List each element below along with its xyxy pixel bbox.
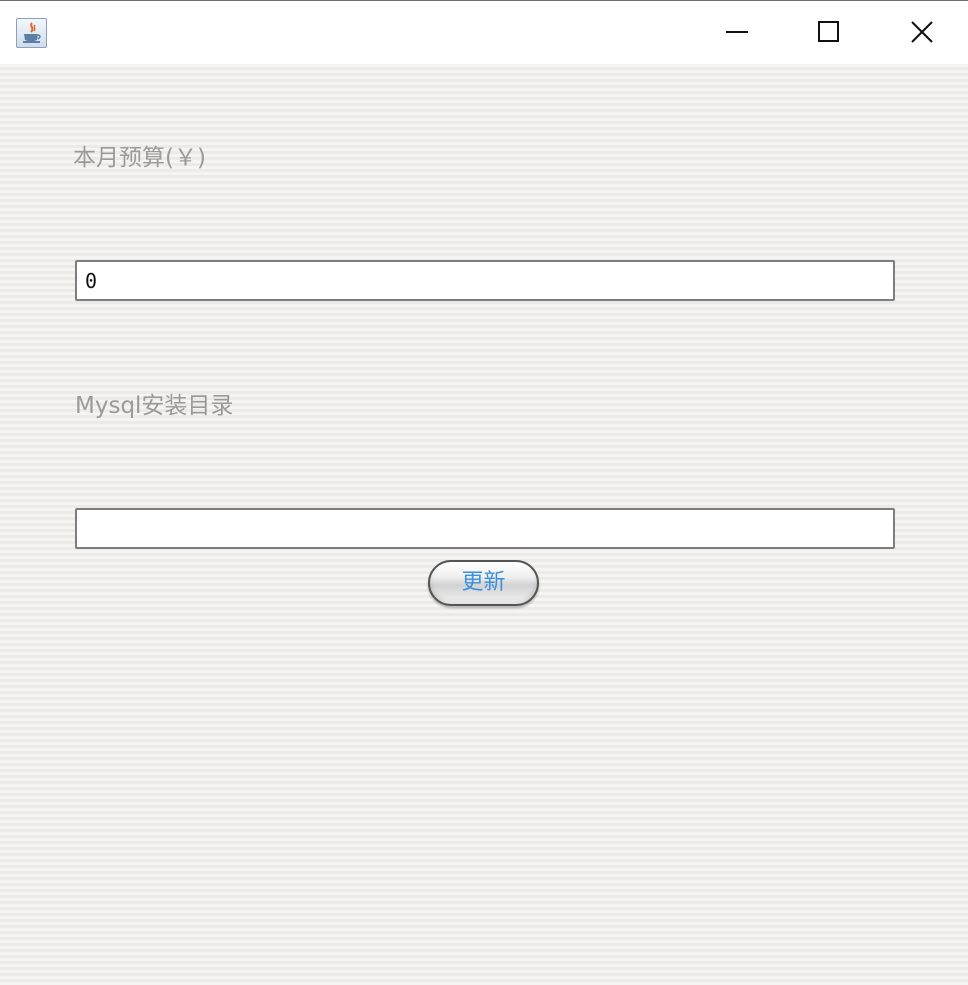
close-button[interactable] <box>876 1 968 63</box>
budget-input[interactable] <box>75 260 895 301</box>
maximize-button[interactable] <box>783 1 875 63</box>
mysql-dir-label: Mysql安装目录 <box>75 393 234 419</box>
app-window: 本月预算(￥) Mysql安装目录 更新 <box>0 0 968 985</box>
java-app-icon[interactable] <box>16 18 47 48</box>
minimize-icon <box>726 31 748 33</box>
mysql-dir-input[interactable] <box>75 508 895 549</box>
close-icon <box>911 21 933 43</box>
maximize-icon <box>818 21 839 42</box>
budget-label: 本月预算(￥) <box>73 145 206 171</box>
minimize-button[interactable] <box>691 1 783 63</box>
settings-panel: 本月预算(￥) Mysql安装目录 更新 <box>0 64 968 985</box>
update-button[interactable]: 更新 <box>428 560 539 606</box>
title-bar[interactable] <box>0 1 968 64</box>
